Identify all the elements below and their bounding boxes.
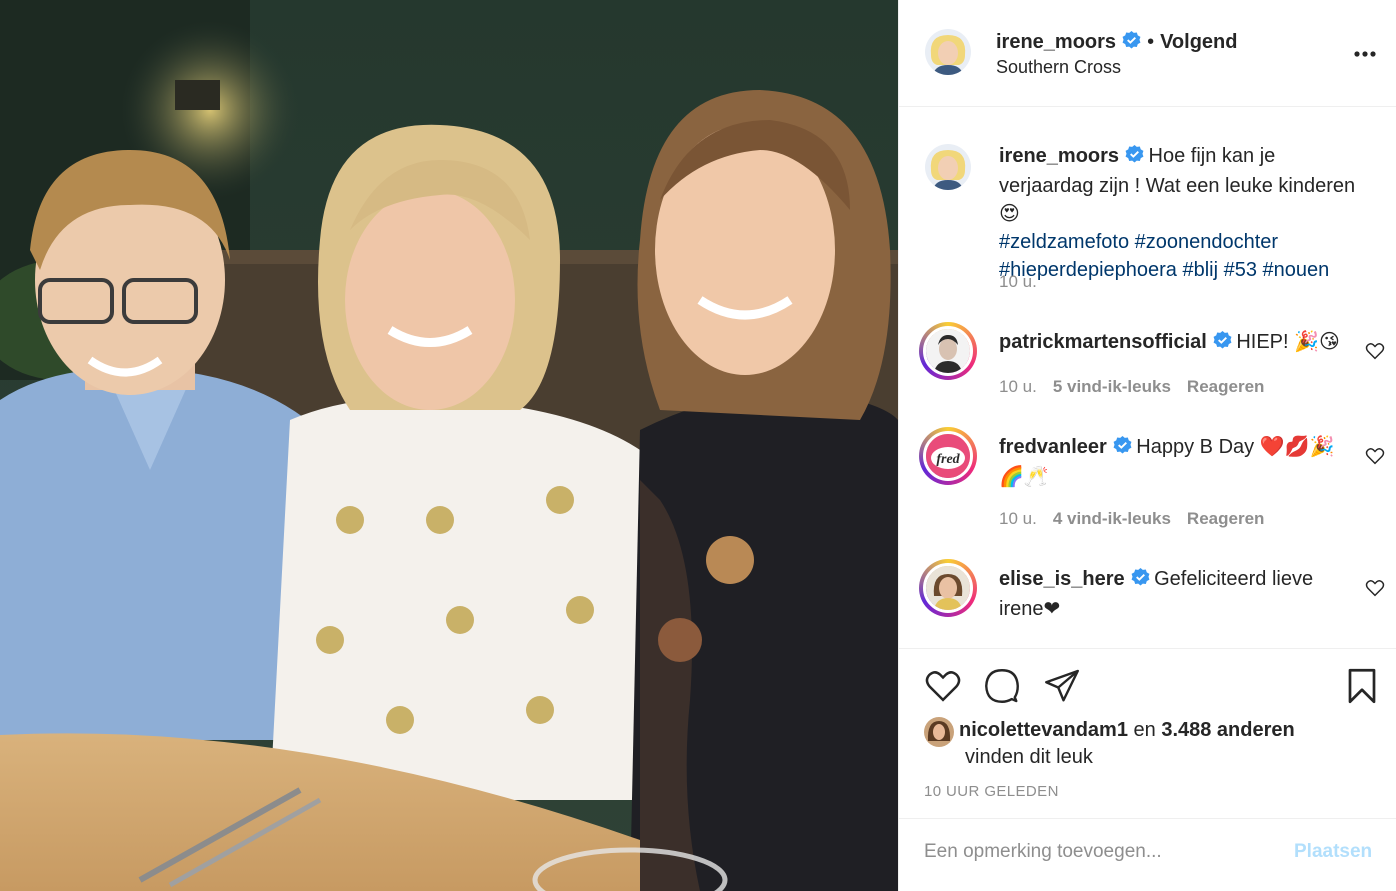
comment-bubble-icon[interactable] [984, 668, 1020, 709]
verified-badge-icon [1122, 31, 1141, 55]
comment-likes-count[interactable]: 5 vind-ik-leuks [1053, 377, 1171, 396]
svg-text:fred: fred [936, 452, 960, 467]
liker-avatar[interactable] [924, 717, 954, 747]
verified-badge-icon [1213, 331, 1232, 359]
verified-badge-icon [1113, 436, 1132, 464]
follow-button[interactable]: Volgend [1160, 31, 1237, 53]
caption-meta: 10 u. [999, 272, 1053, 292]
comment-input[interactable] [924, 841, 1284, 863]
post-sidebar: irene_moors • Volgend Southern Cross irene… [898, 0, 1396, 891]
comment: fredvanleer Happy B Day ❤️💋🎉 🌈🥂 [999, 434, 1359, 492]
verified-badge-icon [1131, 568, 1150, 596]
more-icon[interactable] [1354, 44, 1376, 62]
verified-badge-icon [1125, 145, 1144, 173]
comment: elise_is_here Gefeliciteerd lieve irene❤ [999, 566, 1359, 624]
caption-avatar[interactable] [925, 144, 971, 190]
like-comment-heart-icon[interactable] [1365, 342, 1385, 365]
like-heart-icon[interactable] [924, 669, 962, 708]
comment-avatar[interactable]: fred [923, 431, 973, 481]
post-photo[interactable] [0, 0, 898, 891]
caption-time[interactable]: 10 u. [999, 272, 1037, 291]
share-send-icon[interactable] [1044, 668, 1080, 709]
like-comment-heart-icon[interactable] [1365, 447, 1385, 470]
caption-hashtags[interactable]: #zeldzamefoto #zoonendochter [999, 231, 1278, 253]
header-user-line: irene_moors • Volgend [996, 31, 1237, 55]
comments-list[interactable]: irene_moors Hoe fijn kan je verjaardag z… [899, 108, 1396, 648]
comment-username[interactable]: patrickmartensofficial [999, 331, 1207, 353]
caption-username[interactable]: irene_moors [999, 145, 1119, 167]
location-link[interactable]: Southern Cross [996, 57, 1121, 78]
comment-username[interactable]: elise_is_here [999, 568, 1125, 590]
likes-conjunction: en [1133, 719, 1156, 741]
comment-likes-count[interactable]: 4 vind-ik-leuks [1053, 509, 1171, 528]
post-actions: nicolettevandam1 en 3.488 anderen vinden… [899, 648, 1396, 818]
bookmark-icon[interactable] [1346, 668, 1378, 709]
comment-text: Happy B Day ❤️💋🎉 [1136, 436, 1335, 458]
comment-text: Gefeliciteerd lieve [1154, 568, 1314, 590]
comment-username[interactable]: fredvanleer [999, 436, 1107, 458]
header-username[interactable]: irene_moors [996, 31, 1116, 53]
comment-text: 🌈🥂 [999, 466, 1049, 488]
comment-time[interactable]: 10 u. [999, 509, 1037, 528]
comment-meta: 10 u. 5 vind-ik-leuks Reageren [999, 377, 1280, 397]
likes-others-link[interactable]: 3.488 anderen [1161, 719, 1294, 741]
comment-text: HIEP! 🎉😘 [1236, 331, 1340, 353]
likes-suffix: vinden dit leuk [965, 746, 1093, 768]
avatar[interactable] [925, 29, 971, 75]
comment: patrickmartensofficial HIEP! 🎉😘 [999, 329, 1359, 359]
comment-avatar[interactable] [923, 563, 973, 613]
post-comment-button[interactable]: Plaatsen [1294, 841, 1372, 863]
reply-button[interactable]: Reageren [1187, 377, 1264, 396]
comment-text: irene❤ [999, 598, 1061, 620]
like-comment-heart-icon[interactable] [1365, 579, 1385, 602]
header-separator: • [1147, 31, 1155, 53]
post-header: irene_moors • Volgend Southern Cross [899, 0, 1396, 107]
post-timestamp[interactable]: 10 UUR GELEDEN [924, 783, 1059, 800]
reply-button[interactable]: Reageren [1187, 509, 1264, 528]
add-comment-bar: Plaatsen [899, 818, 1396, 891]
likes-summary: nicolettevandam1 en 3.488 anderen vinden… [959, 717, 1295, 771]
comment-avatar[interactable] [923, 326, 973, 376]
comment-time[interactable]: 10 u. [999, 377, 1037, 396]
caption: irene_moors Hoe fijn kan je verjaardag z… [999, 143, 1359, 285]
liker-username[interactable]: nicolettevandam1 [959, 719, 1128, 741]
comment-meta: 10 u. 4 vind-ik-leuks Reageren [999, 509, 1280, 529]
